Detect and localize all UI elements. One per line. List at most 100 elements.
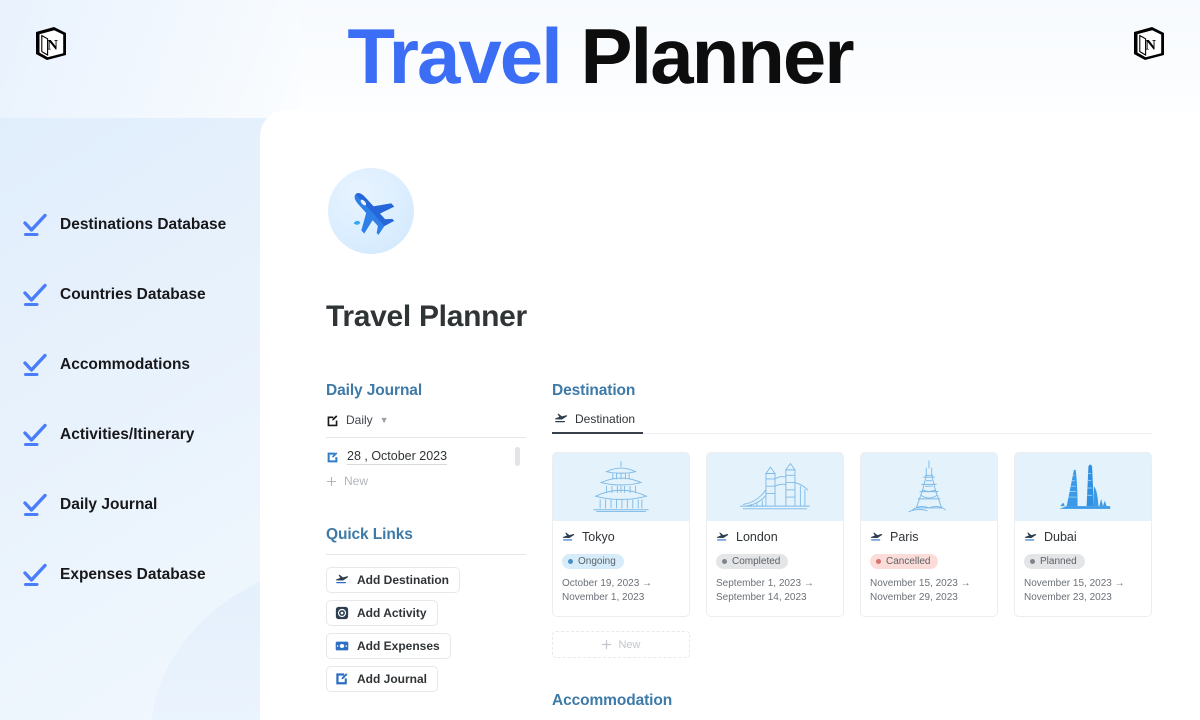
sidebar-item-label: Countries Database	[60, 286, 206, 303]
check-icon	[22, 212, 48, 238]
daily-journal-view-label: Daily	[346, 413, 373, 427]
tab-destination[interactable]: Destination	[552, 412, 644, 434]
sidebar-item-destinations-database[interactable]: Destinations Database	[22, 208, 226, 242]
quick-links-heading: Quick Links	[326, 526, 413, 543]
destination-name: Tokyo	[582, 530, 615, 544]
destination-name: Paris	[890, 530, 919, 544]
quick-links-list: Add Destination Add Activity Add Expense…	[326, 567, 526, 699]
page-header: N Travel Planner N	[0, 0, 1200, 112]
sidebar-item-expenses-database[interactable]: Expenses Database	[22, 558, 206, 592]
burj-al-arab-icon	[1046, 459, 1120, 517]
status-dot	[1030, 559, 1035, 564]
status-label: Ongoing	[578, 556, 616, 567]
divider	[326, 554, 526, 555]
target-icon	[335, 606, 349, 620]
date-start: September 1, 2023 →	[716, 578, 814, 589]
daily-journal-view-tab[interactable]: Daily ▼	[326, 410, 526, 430]
pagoda-icon	[584, 459, 658, 517]
journal-scrollbar[interactable]	[515, 447, 520, 466]
destination-card[interactable]: Tokyo Ongoing October 19, 2023 → Novembe…	[552, 452, 690, 617]
sidebar-item-label: Activities/Itinerary	[60, 426, 195, 443]
airplane-icon	[562, 531, 575, 544]
tab-destination-label: Destination	[575, 412, 636, 426]
svg-text:N: N	[1145, 38, 1156, 54]
card-body: Paris Cancelled November 15, 2023 → Nove…	[861, 521, 997, 616]
airplane-icon	[554, 412, 568, 426]
sidebar-item-label: Daily Journal	[60, 496, 158, 513]
sidebar-item-daily-journal[interactable]: Daily Journal	[22, 488, 157, 522]
divider	[326, 437, 526, 438]
destination-name: Dubai	[1044, 530, 1077, 544]
sidebar: Destinations Database Countries Database…	[0, 118, 262, 720]
main-content-panel: Travel Planner Daily Journal Daily ▼ 28	[260, 110, 1200, 720]
check-icon	[22, 422, 48, 448]
check-icon	[22, 562, 48, 588]
date-start: November 15, 2023 →	[1024, 578, 1125, 589]
eiffel-tower-icon	[892, 459, 966, 517]
card-dates: November 15, 2023 → November 29, 2023	[870, 577, 988, 605]
card-title-row: Tokyo	[562, 530, 680, 544]
airplane-icon	[335, 573, 349, 587]
date-end: November 23, 2023	[1024, 592, 1112, 603]
card-dates: November 15, 2023 → November 23, 2023	[1024, 577, 1142, 605]
card-body: Dubai Planned November 15, 2023 → Novemb…	[1015, 521, 1151, 616]
status-dot	[568, 559, 573, 564]
card-image	[553, 453, 689, 521]
destination-card[interactable]: London Completed September 1, 2023 → Sep…	[706, 452, 844, 617]
date-end: September 14, 2023	[716, 592, 807, 603]
edit-square-icon	[326, 414, 339, 427]
accommodation-section: Accommodation Accommo	[552, 692, 1152, 720]
right-column: Destination Destination Tokyo Ongoing Oc…	[552, 382, 1152, 720]
add-journal-button[interactable]: Add Journal	[326, 666, 439, 692]
sidebar-item-countries-database[interactable]: Countries Database	[22, 278, 206, 312]
sidebar-item-label: Accommodations	[60, 356, 191, 373]
check-icon	[22, 492, 48, 518]
plus-icon	[601, 639, 612, 650]
status-badge: Ongoing	[562, 554, 624, 569]
card-body: Tokyo Ongoing October 19, 2023 → Novembe…	[553, 521, 689, 616]
card-body: London Completed September 1, 2023 → Sep…	[707, 521, 843, 616]
card-title-row: London	[716, 530, 834, 544]
status-badge: Completed	[716, 554, 789, 569]
page-heading: Travel Planner	[326, 300, 527, 333]
page-title-primary: Travel	[347, 12, 563, 100]
status-label: Planned	[1040, 556, 1077, 567]
card-dates: October 19, 2023 → November 1, 2023	[562, 577, 680, 605]
destination-card[interactable]: Dubai Planned November 15, 2023 → Novemb…	[1014, 452, 1152, 617]
sidebar-item-accommodations[interactable]: Accommodations	[22, 348, 190, 382]
card-dates: September 1, 2023 → September 14, 2023	[716, 577, 834, 605]
destination-heading: Destination	[552, 382, 636, 399]
card-image	[861, 453, 997, 521]
airplane-icon	[716, 531, 729, 544]
airplane-icon	[328, 168, 414, 254]
journal-entry-title: 28 , October 2023	[347, 449, 448, 465]
quick-links-section: Quick Links Add Destination Add Activity…	[326, 526, 526, 699]
card-title-row: Dubai	[1024, 530, 1142, 544]
add-activity-button[interactable]: Add Activity	[326, 600, 438, 626]
add-destination-button[interactable]: Add Destination	[326, 567, 460, 593]
daily-journal-heading: Daily Journal	[326, 382, 423, 399]
destination-new-button[interactable]: New	[552, 631, 690, 658]
page-title-secondary: Planner	[560, 12, 855, 100]
date-end: November 29, 2023	[870, 592, 958, 603]
status-dot	[722, 559, 727, 564]
page-title: Travel Planner	[0, 4, 1200, 108]
airplane-icon	[1024, 531, 1037, 544]
status-label: Cancelled	[886, 556, 931, 567]
journal-new-button[interactable]: New	[326, 474, 526, 488]
add-expenses-button[interactable]: Add Expenses	[326, 633, 451, 659]
status-badge: Planned	[1024, 554, 1085, 569]
add-destination-label: Add Destination	[357, 573, 449, 587]
journal-new-label: New	[344, 474, 369, 488]
add-expenses-label: Add Expenses	[357, 639, 440, 653]
journal-entry-row[interactable]: 28 , October 2023	[326, 447, 526, 466]
status-label: Completed	[732, 556, 781, 567]
status-badge: Cancelled	[870, 554, 939, 569]
destination-card[interactable]: Paris Cancelled November 15, 2023 → Nove…	[860, 452, 998, 617]
left-column: Daily Journal Daily ▼ 28 , October 2023	[326, 382, 526, 720]
edit-square-icon	[335, 672, 349, 686]
add-journal-label: Add Journal	[357, 672, 428, 686]
sidebar-item-activities-itinerary[interactable]: Activities/Itinerary	[22, 418, 194, 452]
add-activity-label: Add Activity	[357, 606, 427, 620]
tower-bridge-icon	[738, 459, 812, 517]
